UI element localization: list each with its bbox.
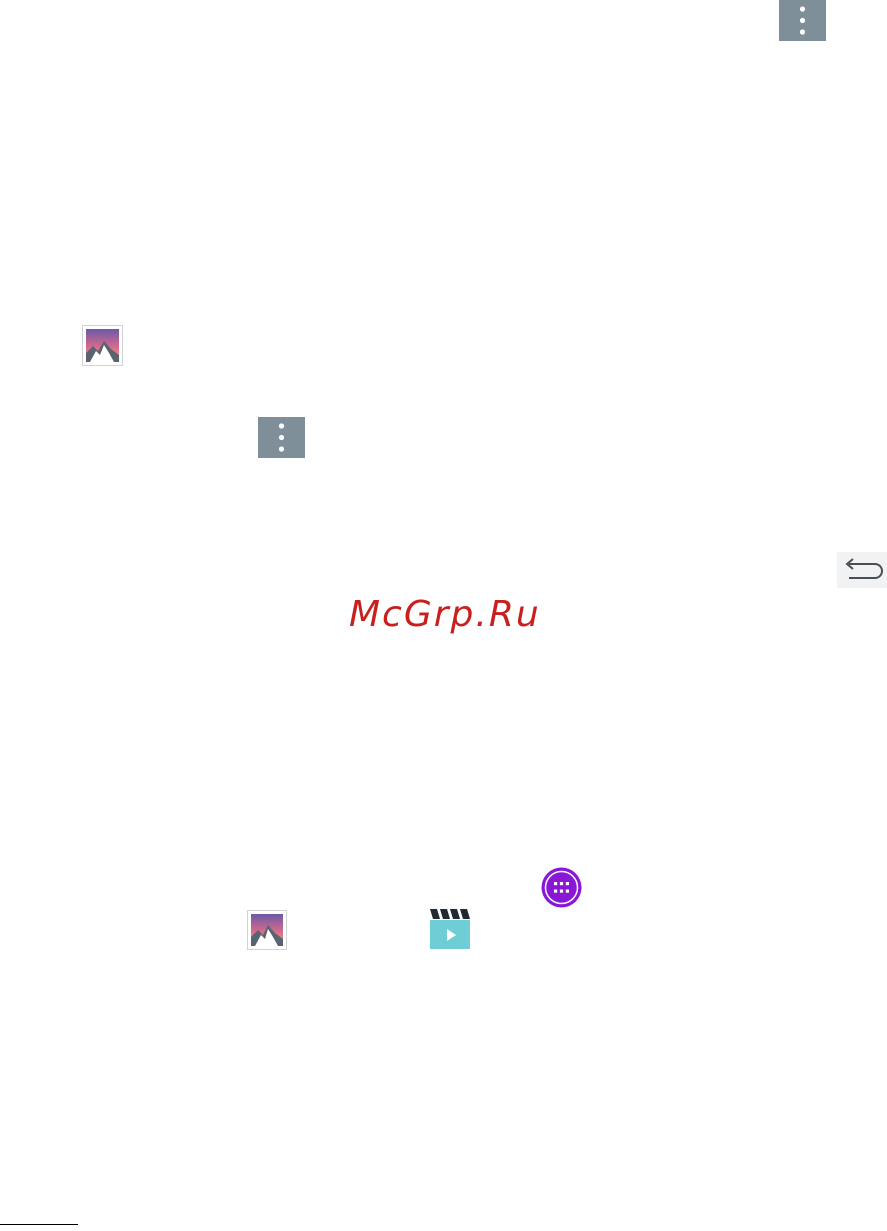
- gallery-icon: [247, 910, 287, 950]
- watermark-text: McGrp.Ru: [349, 594, 541, 635]
- footer-divider: [0, 1224, 78, 1225]
- more-options-icon: [779, 0, 826, 41]
- apps-icon: [541, 867, 582, 908]
- video-icon: [430, 909, 470, 949]
- back-icon: [837, 552, 887, 588]
- more-options-icon: [258, 417, 305, 458]
- gallery-icon: [82, 325, 123, 366]
